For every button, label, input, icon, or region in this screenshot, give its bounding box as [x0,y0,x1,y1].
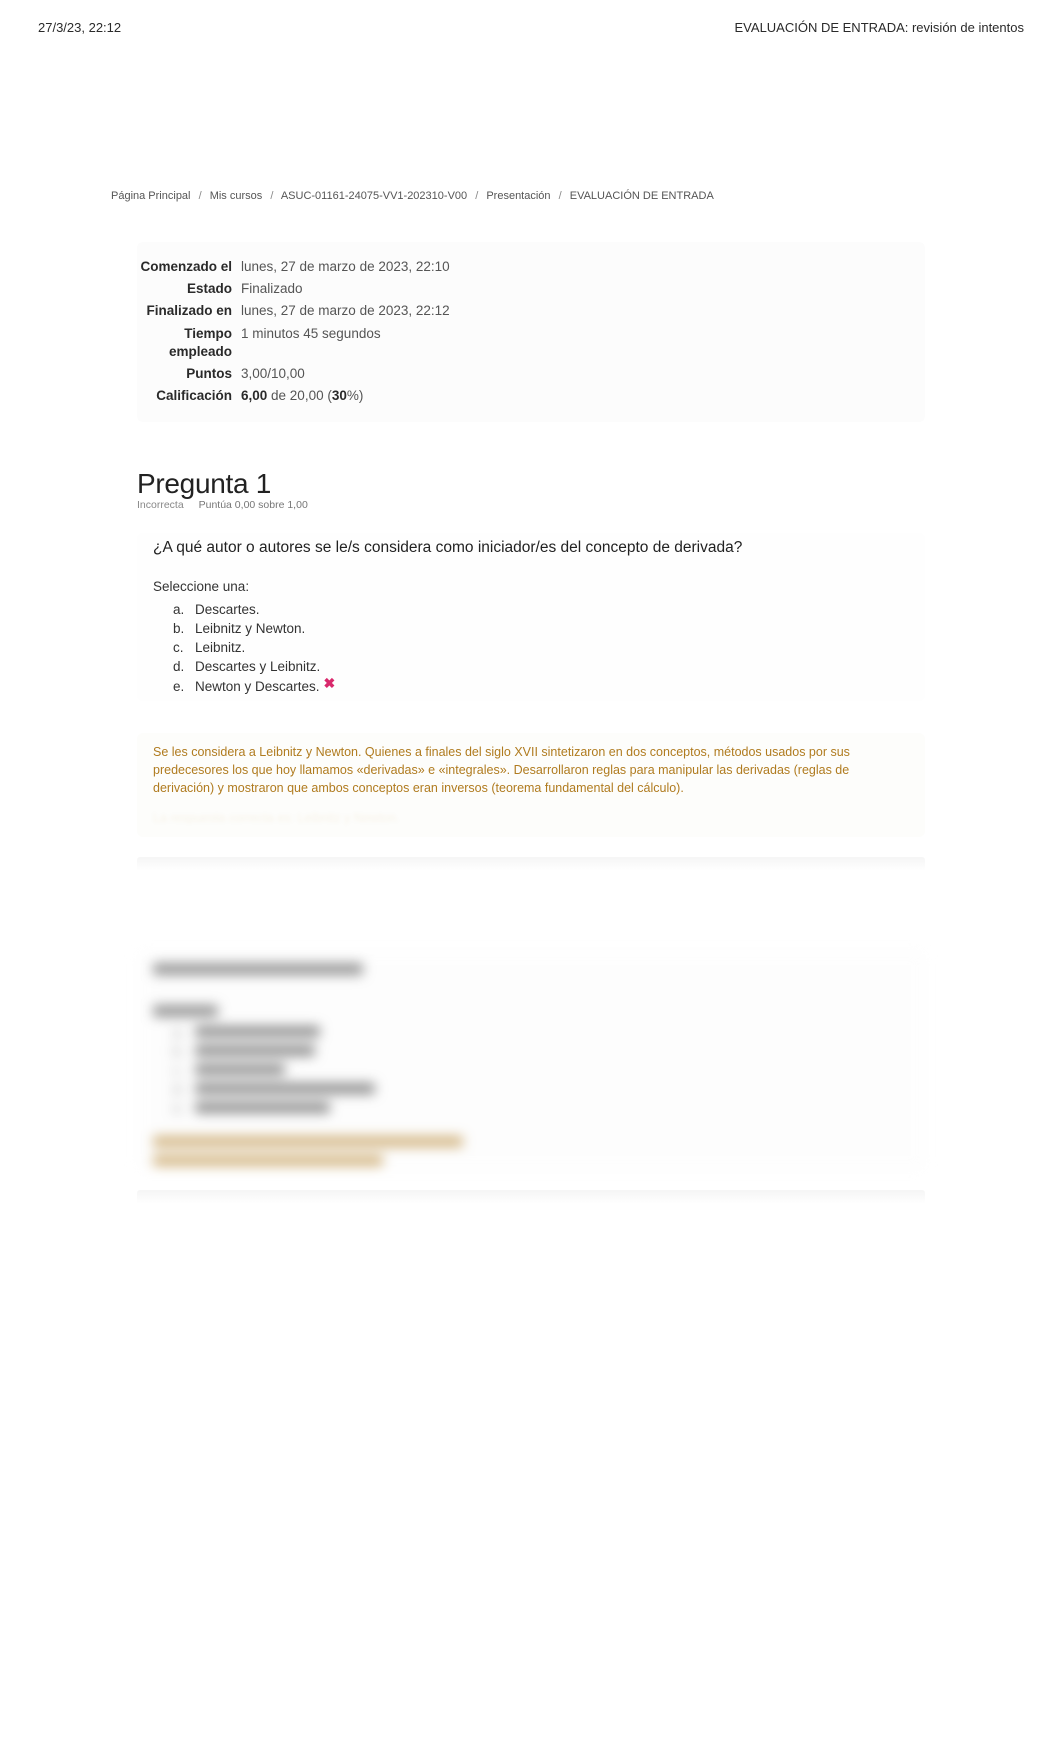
option-text: Leibnitz. [195,640,245,655]
option-letter: a. [173,602,195,617]
question-score: Puntúa 0,00 sobre 1,00 [199,499,308,511]
divider-shadow [137,1190,925,1204]
grade-percent: 30 [332,388,347,403]
option-letter: c. [173,640,195,655]
summary-label: Comenzado el [137,258,241,276]
option-b[interactable]: b. Leibnitz y Newton. [173,619,909,638]
breadcrumb-item[interactable]: Presentación [486,190,550,202]
summary-value: 3,00/10,00 [241,365,305,383]
question-feedback: Se les considera a Leibnitz y Newton. Qu… [137,733,925,837]
option-a[interactable]: a. Descartes. [173,600,909,619]
print-timestamp: 27/3/23, 22:12 [38,20,121,35]
question-body: ¿A qué autor o autores se le/s considera… [137,533,925,701]
option-text: Newton y Descartes. [195,679,320,694]
question-1: Pregunta 1 Incorrecta Puntúa 0,00 sobre … [137,468,925,701]
summary-label: Tiempo empleado [137,325,241,361]
grade-points: 6,00 [241,388,267,403]
feedback-text: Se les considera a Leibnitz y Newton. Qu… [153,743,909,797]
summary-label-grade: Calificación [137,387,241,405]
option-letter: b. [173,621,195,636]
option-list: a. Descartes. b. Leibnitz y Newton. c. L… [153,600,909,697]
breadcrumb: Página Principal / Mis cursos / ASUC-011… [0,190,1062,202]
feedback-correct-answer: La respuesta correcta es: Leibnitz y New… [153,811,909,825]
divider-shadow [137,857,925,871]
wrong-icon: ✖ [324,675,336,692]
summary-label: Puntos [137,365,241,383]
breadcrumb-sep: / [559,190,562,202]
option-e[interactable]: e. Newton y Descartes. ✖ [173,676,909,697]
question-2-blurred: a. b. c. d. e. [137,951,925,1170]
option-letter: e. [173,679,195,694]
question-select-label: Seleccione una: [153,579,909,594]
breadcrumb-sep: / [199,190,202,202]
option-text: Descartes y Leibnitz. [195,659,320,674]
summary-value: Finalizado [241,280,303,298]
breadcrumb-item: EVALUACIÓN DE ENTRADA [570,190,714,202]
grade-mid: de 20,00 ( [267,388,332,403]
option-text: Leibnitz y Newton. [195,621,305,636]
option-c[interactable]: c. Leibnitz. [173,638,909,657]
option-letter: d. [173,659,195,674]
question-status: Incorrecta [137,499,184,511]
question-text: ¿A qué autor o autores se le/s considera… [153,539,909,557]
summary-value: lunes, 27 de marzo de 2023, 22:10 [241,258,450,276]
breadcrumb-item[interactable]: Mis cursos [210,190,263,202]
summary-value-grade: 6,00 de 20,00 (30%) [241,387,363,405]
breadcrumb-item[interactable]: ASUC-01161-24075-VV1-202310-V00 [281,190,467,202]
summary-label: Estado [137,280,241,298]
summary-value: 1 minutos 45 segundos [241,325,381,361]
option-d[interactable]: d. Descartes y Leibnitz. [173,657,909,676]
print-title: EVALUACIÓN DE ENTRADA: revisión de inten… [735,20,1024,35]
summary-value: lunes, 27 de marzo de 2023, 22:12 [241,302,450,320]
question-title: Pregunta 1 [137,468,925,500]
breadcrumb-sep: / [270,190,273,202]
print-header: 27/3/23, 22:12 EVALUACIÓN DE ENTRADA: re… [0,0,1062,35]
summary-label: Finalizado en [137,302,241,320]
question-subtitle: Incorrecta Puntúa 0,00 sobre 1,00 [137,499,925,511]
breadcrumb-item[interactable]: Página Principal [111,190,191,202]
attempt-summary: Comenzado el lunes, 27 de marzo de 2023,… [137,242,925,422]
breadcrumb-sep: / [475,190,478,202]
option-text: Descartes. [195,602,260,617]
grade-tail: %) [347,388,364,403]
